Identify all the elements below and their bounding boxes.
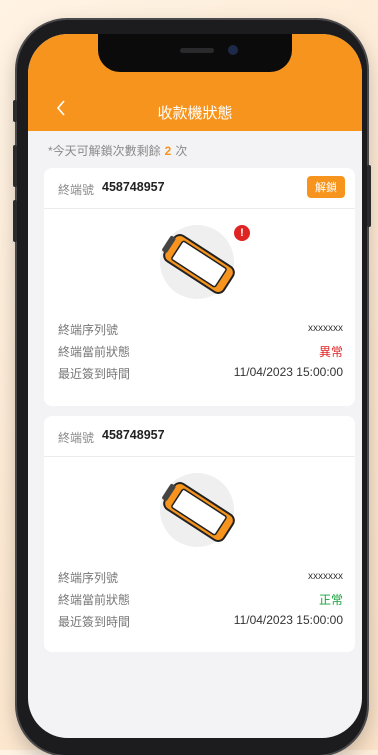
terminal-no-label: 終端號 [58,183,95,197]
power-button [367,165,371,227]
page-title: 收款機狀態 [157,105,233,122]
app-screen: 收款機狀態 *今天可解鎖次數剩餘 2 次 終端號 458748957 解鎖 ! 終端… [28,34,362,738]
terminal-image-area: ! [44,209,355,317]
speaker-grille [180,48,214,53]
terminal-card-header: 終端號 458748957 [44,416,355,457]
phone-notch [98,34,292,72]
status-label: 終端當前狀態 [58,593,131,607]
last-checkin-label: 最近簽到時間 [58,615,131,629]
serial-row: 終端序列號 xxxxxxx [44,317,355,339]
status-label: 終端當前狀態 [58,345,131,359]
serial-label: 終端序列號 [58,571,119,585]
terminal-image-area [44,457,355,565]
last-checkin-row: 最近簽到時間 11/04/2023 15:00:00 [44,361,355,383]
last-checkin-value: 11/04/2023 15:00:00 [233,365,343,379]
serial-value: xxxxxxx [308,571,343,582]
terminal-no-label: 終端號 [58,431,95,445]
status-value: 異常 [318,345,343,359]
status-row: 終端當前狀態 正常 [44,587,355,609]
silent-switch [13,100,17,122]
status-value: 正常 [318,593,343,607]
serial-value: xxxxxxx [308,323,343,334]
alert-icon: ! [234,225,250,241]
last-checkin-label: 最近簽到時間 [58,367,131,381]
volume-up-button [13,145,17,187]
pos-terminal-icon [162,482,235,542]
terminal-card: 終端號 458748957 解鎖 ! 終端序列號 xxxxxxx 終端當前狀態 … [44,168,355,406]
serial-label: 終端序列號 [58,323,119,337]
unlock-remaining-prefix: *今天可解鎖次數剩餘 [48,144,161,158]
terminal-no-value: 458748957 [102,180,165,194]
unlock-remaining-suffix: 次 [175,144,188,158]
last-checkin-value: 11/04/2023 15:00:00 [233,613,343,627]
last-checkin-row: 最近簽到時間 11/04/2023 15:00:00 [44,609,355,631]
unlock-remaining-text: *今天可解鎖次數剩餘 2 次 [48,142,187,159]
terminal-card-header: 終端號 458748957 解鎖 [44,168,355,209]
pos-terminal-icon [162,234,235,294]
volume-down-button [13,200,17,242]
unlock-remaining-count: 2 [164,144,172,158]
terminal-no-value: 458748957 [102,428,165,442]
header-bar: 收款機狀態 [28,34,362,131]
front-camera [228,45,238,55]
terminal-card: 終端號 458748957 終端序列號 xxxxxxx 終端當前狀態 正常 最近… [44,416,355,652]
status-row: 終端當前狀態 異常 [44,339,355,361]
serial-row: 終端序列號 xxxxxxx [44,565,355,587]
unlock-button[interactable]: 解鎖 [307,176,345,198]
